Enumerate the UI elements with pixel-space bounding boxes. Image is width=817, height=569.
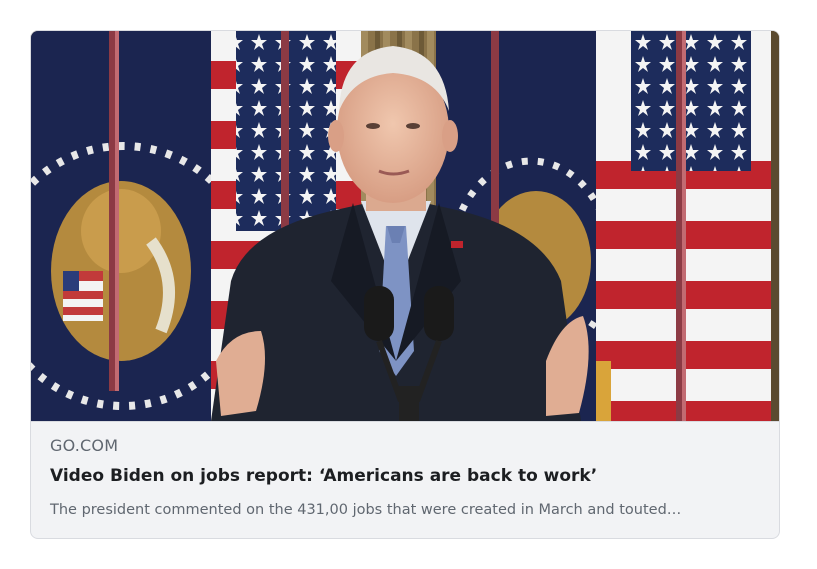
link-preview-meta[interactable]: GO.COM Video Biden on jobs report: ‘Amer… bbox=[31, 421, 779, 538]
link-title[interactable]: Video Biden on jobs report: ‘Americans a… bbox=[50, 466, 597, 486]
link-preview-card[interactable]: GO.COM Video Biden on jobs report: ‘Amer… bbox=[30, 30, 780, 539]
link-domain: GO.COM bbox=[50, 436, 119, 455]
preview-image[interactable] bbox=[31, 31, 779, 421]
link-description: The president commented on the 431,00 jo… bbox=[50, 502, 682, 518]
